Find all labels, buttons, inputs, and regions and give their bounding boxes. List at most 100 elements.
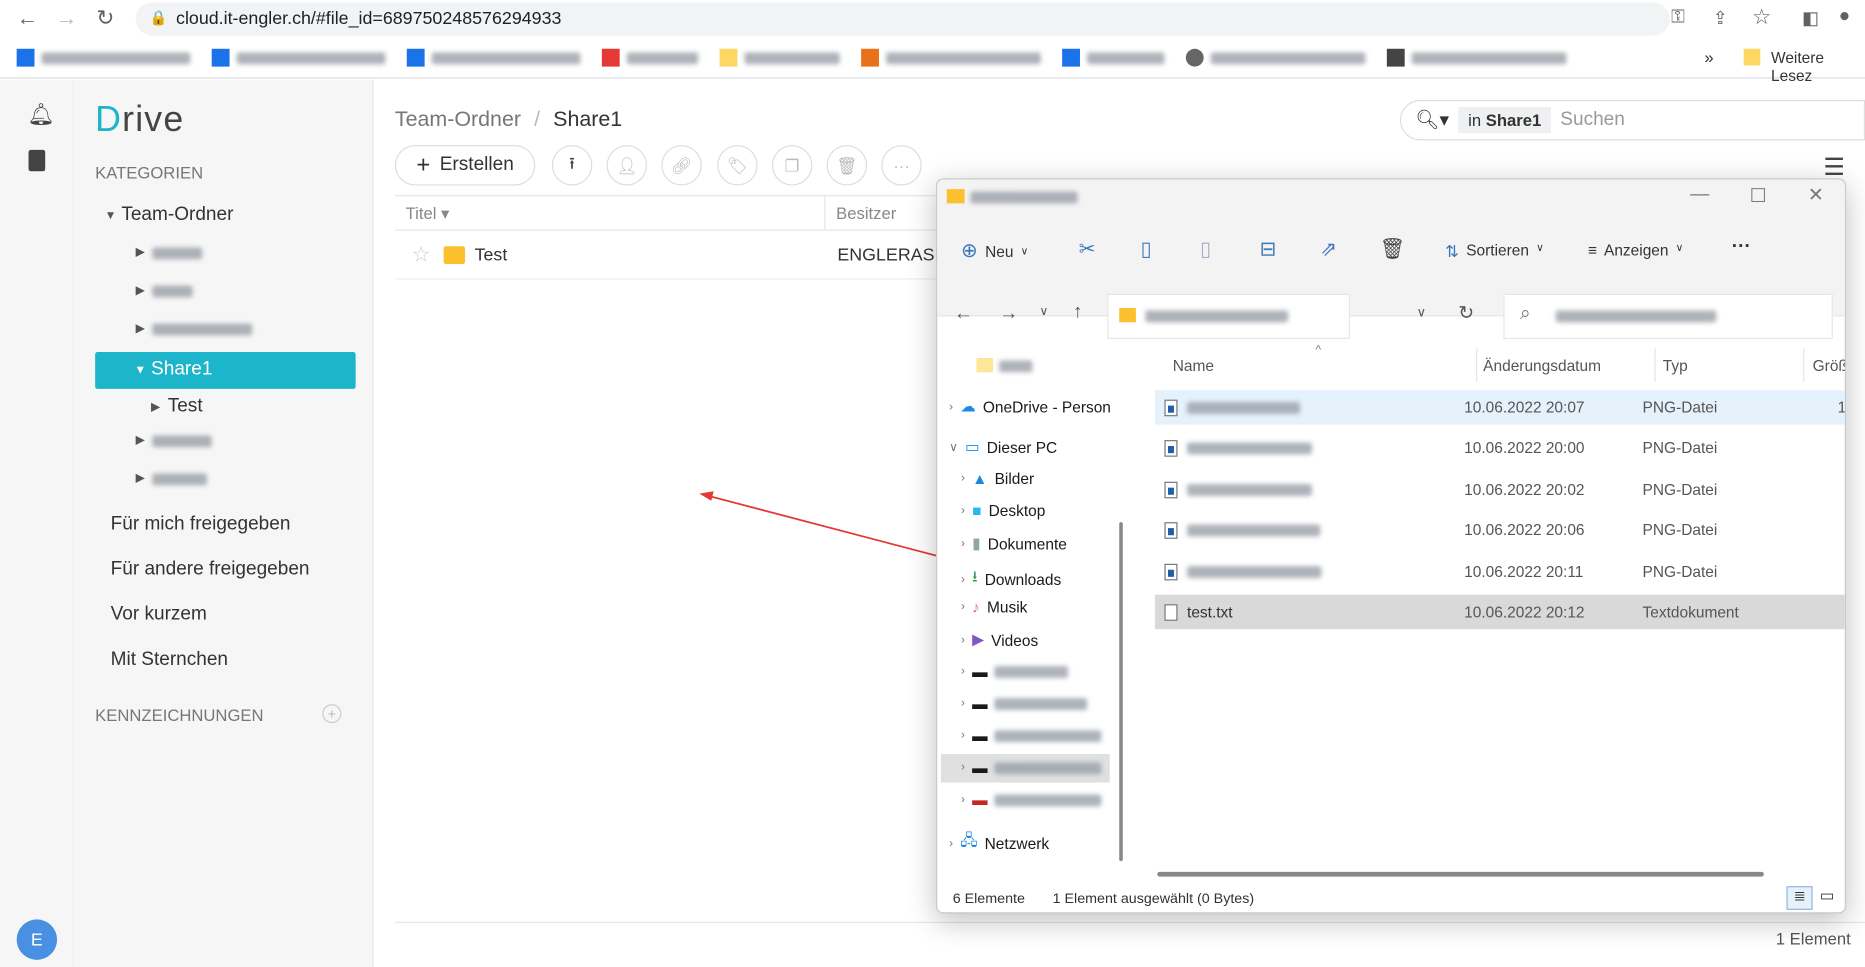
close-button[interactable]: ✕ — [1808, 183, 1824, 207]
nav-label: Bilder — [994, 469, 1035, 488]
file-date: 10.06.2022 20:12 — [1464, 603, 1585, 621]
minimize-button[interactable]: — — [1690, 184, 1709, 205]
up-icon[interactable]: ↑ — [1073, 302, 1083, 323]
nav-label: Netzwerk — [984, 834, 1050, 853]
nav-label: Desktop — [988, 501, 1046, 520]
drive-icon: ▬ — [972, 726, 988, 745]
nav-pictures[interactable]: › ▲ Bilder — [961, 470, 1034, 488]
chevron-down-icon: ∨ — [1020, 244, 1029, 257]
file-date: 10.06.2022 20:07 — [1464, 398, 1585, 417]
cloud-icon: ☁ — [960, 397, 976, 416]
sort-label: Sortieren — [1466, 241, 1529, 260]
folder-icon — [976, 358, 994, 373]
forward-icon[interactable]: → — [999, 303, 1018, 324]
nav-music[interactable]: › ♪ Musik — [961, 598, 1027, 616]
copy-icon[interactable]: ▯ — [1141, 238, 1152, 262]
nav-label: Dokumente — [987, 534, 1067, 553]
file-row[interactable]: 10.06.2022 20:06 PNG-Datei — [1155, 513, 1845, 547]
sort-button[interactable]: ⇅ Sortieren ∨ — [1445, 241, 1544, 261]
nav-this-pc[interactable]: ∨ ▭ Dieser PC — [949, 438, 1057, 457]
nav-label: OneDrive - Person — [982, 397, 1111, 416]
chevron-down-icon: ∨ — [1675, 241, 1684, 254]
file-row[interactable]: 10.06.2022 20:11 PNG-Datei — [1155, 554, 1845, 588]
nav-onedrive[interactable]: › ☁ OneDrive - Person — [949, 397, 1111, 416]
back-icon[interactable]: ← — [954, 303, 973, 324]
desktop-icon: ■ — [972, 501, 982, 520]
view-button[interactable]: ≡ Anzeigen ∨ — [1588, 241, 1684, 259]
file-type: PNG-Datei — [1642, 398, 1718, 417]
nav-drive[interactable]: › ▬ — [961, 759, 1102, 777]
file-row-selected[interactable]: test.txt 10.06.2022 20:12 Textdokument — [1154, 594, 1845, 630]
download-icon: ⭳ — [972, 567, 978, 586]
drive-icon: ▬ — [972, 662, 988, 681]
file-row[interactable]: 10.06.2022 20:07 PNG-Datei — [1154, 390, 1845, 425]
maximize-button[interactable]: ☐ — [1750, 184, 1767, 208]
address-dropdown-icon[interactable]: ∨ — [1417, 304, 1427, 320]
file-row[interactable]: 10.06.2022 20:02 PNG-Datei — [1155, 472, 1845, 506]
file-name — [1187, 401, 1301, 414]
search-placeholder — [1555, 310, 1717, 323]
nav-scrollbar[interactable] — [1119, 522, 1123, 862]
divider — [1476, 348, 1478, 382]
nav-item[interactable] — [999, 360, 1033, 373]
nav-downloads[interactable]: › ⭳ Downloads — [961, 566, 1061, 592]
file-size: 1 — [1837, 398, 1846, 417]
music-icon: ♪ — [972, 598, 980, 617]
nav-label: Musik — [987, 598, 1028, 617]
nav-drive[interactable]: › ▬ — [961, 662, 1069, 681]
file-row[interactable]: 10.06.2022 20:00 PNG-Datei — [1155, 431, 1845, 465]
nav-drive[interactable]: › ▬ — [961, 694, 1088, 713]
rename-icon[interactable]: ⊟ — [1260, 238, 1277, 262]
paste-icon[interactable]: ▯ — [1200, 238, 1211, 262]
nav-desktop[interactable]: › ■ Desktop — [961, 502, 1045, 520]
folder-icon — [946, 189, 965, 204]
column-date[interactable]: Änderungsdatum — [1483, 357, 1601, 375]
disconnected-drive-icon: ▬ — [972, 790, 988, 809]
drive-icon: ▬ — [972, 694, 988, 713]
share-icon[interactable]: ⇗ — [1320, 238, 1337, 262]
chevron-down-icon: ∨ — [949, 440, 958, 454]
chevron-down-icon: ∨ — [1536, 241, 1544, 254]
arrow-head — [699, 491, 714, 501]
column-size[interactable]: Größ — [1813, 357, 1845, 375]
png-file-icon — [1164, 439, 1178, 457]
monitor-icon: ▭ — [964, 437, 980, 456]
new-label: Neu — [985, 242, 1014, 260]
address-path — [1145, 310, 1289, 323]
new-button[interactable]: ⊕ Neu ∨ — [961, 239, 1028, 263]
cut-icon[interactable]: ✂ — [1079, 238, 1096, 262]
status-count: 6 Elemente — [952, 889, 1025, 907]
delete-icon[interactable]: 🗑︎ — [1380, 238, 1406, 262]
nav-network[interactable]: › 🖧︎ Netzwerk — [949, 830, 1049, 856]
refresh-icon[interactable]: ↻ — [1458, 301, 1474, 325]
nav-network-drive[interactable]: › ▬ — [961, 791, 1102, 809]
plus-circle-icon: ⊕ — [961, 239, 978, 262]
view-label: Anzeigen — [1604, 241, 1669, 260]
folder-icon — [1119, 308, 1136, 323]
tiles-view-button[interactable]: ▭ — [1820, 886, 1835, 905]
file-name — [1187, 483, 1312, 496]
documents-icon: ▮ — [972, 534, 981, 552]
more-options-button[interactable]: ··· — [1732, 237, 1751, 258]
text-file-icon — [1164, 603, 1178, 621]
file-date: 10.06.2022 20:11 — [1464, 562, 1584, 581]
column-type[interactable]: Typ — [1663, 357, 1688, 375]
sort-ascending-icon: ^ — [1315, 343, 1322, 357]
horizontal-scrollbar[interactable] — [1157, 871, 1764, 877]
nav-label: Dieser PC — [986, 438, 1058, 457]
divider — [1654, 348, 1656, 382]
nav-documents[interactable]: › ▮ Dokumente — [961, 534, 1067, 553]
network-icon: 🖧︎ — [960, 831, 978, 850]
file-name: test.txt — [1187, 603, 1233, 621]
window-title — [970, 191, 1078, 204]
nav-drive[interactable]: › ▬ — [961, 727, 1102, 745]
column-name[interactable]: Name — [1173, 357, 1214, 375]
png-file-icon — [1164, 521, 1178, 539]
recent-dropdown-icon[interactable]: ∨ — [1040, 306, 1049, 319]
details-view-button[interactable]: ≣ — [1786, 886, 1813, 910]
file-name — [1187, 441, 1312, 454]
nav-videos[interactable]: › ▶ Videos — [961, 630, 1038, 649]
png-file-icon — [1164, 563, 1178, 580]
status-selection: 1 Element ausgewählt (0 Bytes) — [1052, 889, 1255, 907]
search-icon: ⌕ — [1520, 303, 1531, 324]
